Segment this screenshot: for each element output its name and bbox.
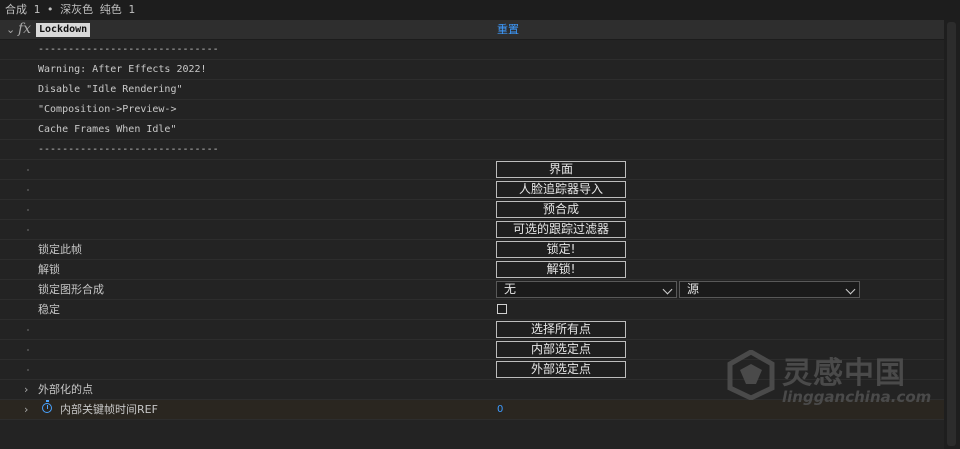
interface-row: 界面 [0,160,944,180]
info-line: Cache Frames When Idle" [38,124,177,135]
composition-title: 合成 1 • 深灰色 纯色 1 [5,3,135,16]
chevron-right-icon[interactable]: › [24,400,28,419]
stopwatch-icon[interactable] [42,400,52,413]
effect-header-row[interactable]: ⌄ fx Lockdown 重置 [0,20,944,40]
lock-this-frame-row: 锁定此帧 锁定! [0,240,944,260]
optional-tracker-filter-button[interactable]: 可选的跟踪过滤器 [496,221,626,238]
stabilize-checkbox[interactable] [497,304,507,314]
chevron-down-icon[interactable]: ⌄ [6,20,15,39]
inner-keyframe-time-ref-value[interactable]: 0 [497,400,503,419]
lock-this-frame-label: 锁定此帧 [38,243,82,256]
unlock-button[interactable]: 解锁! [496,261,626,278]
watermark-logo-icon [727,350,775,400]
inner-keyframe-time-ref-label: 内部关键帧时间REF [60,403,158,416]
info-line: ------------------------------ [38,44,219,55]
lock-button[interactable]: 锁定! [496,241,626,258]
row-dot [27,349,29,351]
composition-title-bar: 合成 1 • 深灰色 纯色 1 [0,0,960,20]
row-dot [27,229,29,231]
watermark: 灵感中国 lingganchina.com [726,348,946,408]
info-line: "Composition->Preview-> [38,104,177,115]
fx-icon[interactable]: fx [18,20,31,39]
chevron-down-icon [845,284,856,295]
row-dot [27,329,29,331]
optional-tracker-filter-row: 可选的跟踪过滤器 [0,220,944,240]
source-select[interactable]: 源 [679,281,860,298]
chevron-down-icon [662,284,673,295]
externalized-points-label: 外部化的点 [38,383,93,396]
face-tracker-import-button[interactable]: 人脸追踪器导入 [496,181,626,198]
lock-shape-comp-row: 锁定图形合成 无 源 [0,280,944,300]
chevron-right-icon[interactable]: › [24,380,28,399]
watermark-cn: 灵感中国 [782,356,906,391]
interface-button[interactable]: 界面 [496,161,626,178]
watermark-en: lingganchina.com [782,388,932,406]
info-row: ------------------------------ [0,140,944,160]
info-line: Warning: After Effects 2022! [38,64,207,75]
row-dot [27,189,29,191]
row-dot [27,169,29,171]
reset-link[interactable]: 重置 [497,20,519,39]
unlock-label: 解锁 [38,263,60,276]
precomp-row: 预合成 [0,200,944,220]
face-tracker-import-row: 人脸追踪器导入 [0,180,944,200]
precomp-button[interactable]: 预合成 [496,201,626,218]
select-all-points-row: 选择所有点 [0,320,944,340]
shape-comp-select-value: 无 [504,282,517,296]
stabilize-row: 稳定 [0,300,944,320]
unlock-row: 解锁 解锁! [0,260,944,280]
source-select-value: 源 [687,282,700,296]
info-line: Disable "Idle Rendering" [38,84,183,95]
effect-name[interactable]: Lockdown [36,23,91,37]
info-row: Warning: After Effects 2022! [0,60,944,80]
info-row: Disable "Idle Rendering" [0,80,944,100]
inner-selected-points-button[interactable]: 内部选定点 [496,341,626,358]
row-dot [27,369,29,371]
stabilize-label: 稳定 [38,303,60,316]
info-row: ------------------------------ [0,40,944,60]
info-row: "Composition->Preview-> [0,100,944,120]
row-dot [27,209,29,211]
info-line: ------------------------------ [38,144,219,155]
info-row: Cache Frames When Idle" [0,120,944,140]
shape-comp-select[interactable]: 无 [496,281,677,298]
select-all-points-button[interactable]: 选择所有点 [496,321,626,338]
outer-selected-points-button[interactable]: 外部选定点 [496,361,626,378]
scrollbar-thumb[interactable] [947,22,956,446]
lock-shape-comp-label: 锁定图形合成 [38,283,104,296]
